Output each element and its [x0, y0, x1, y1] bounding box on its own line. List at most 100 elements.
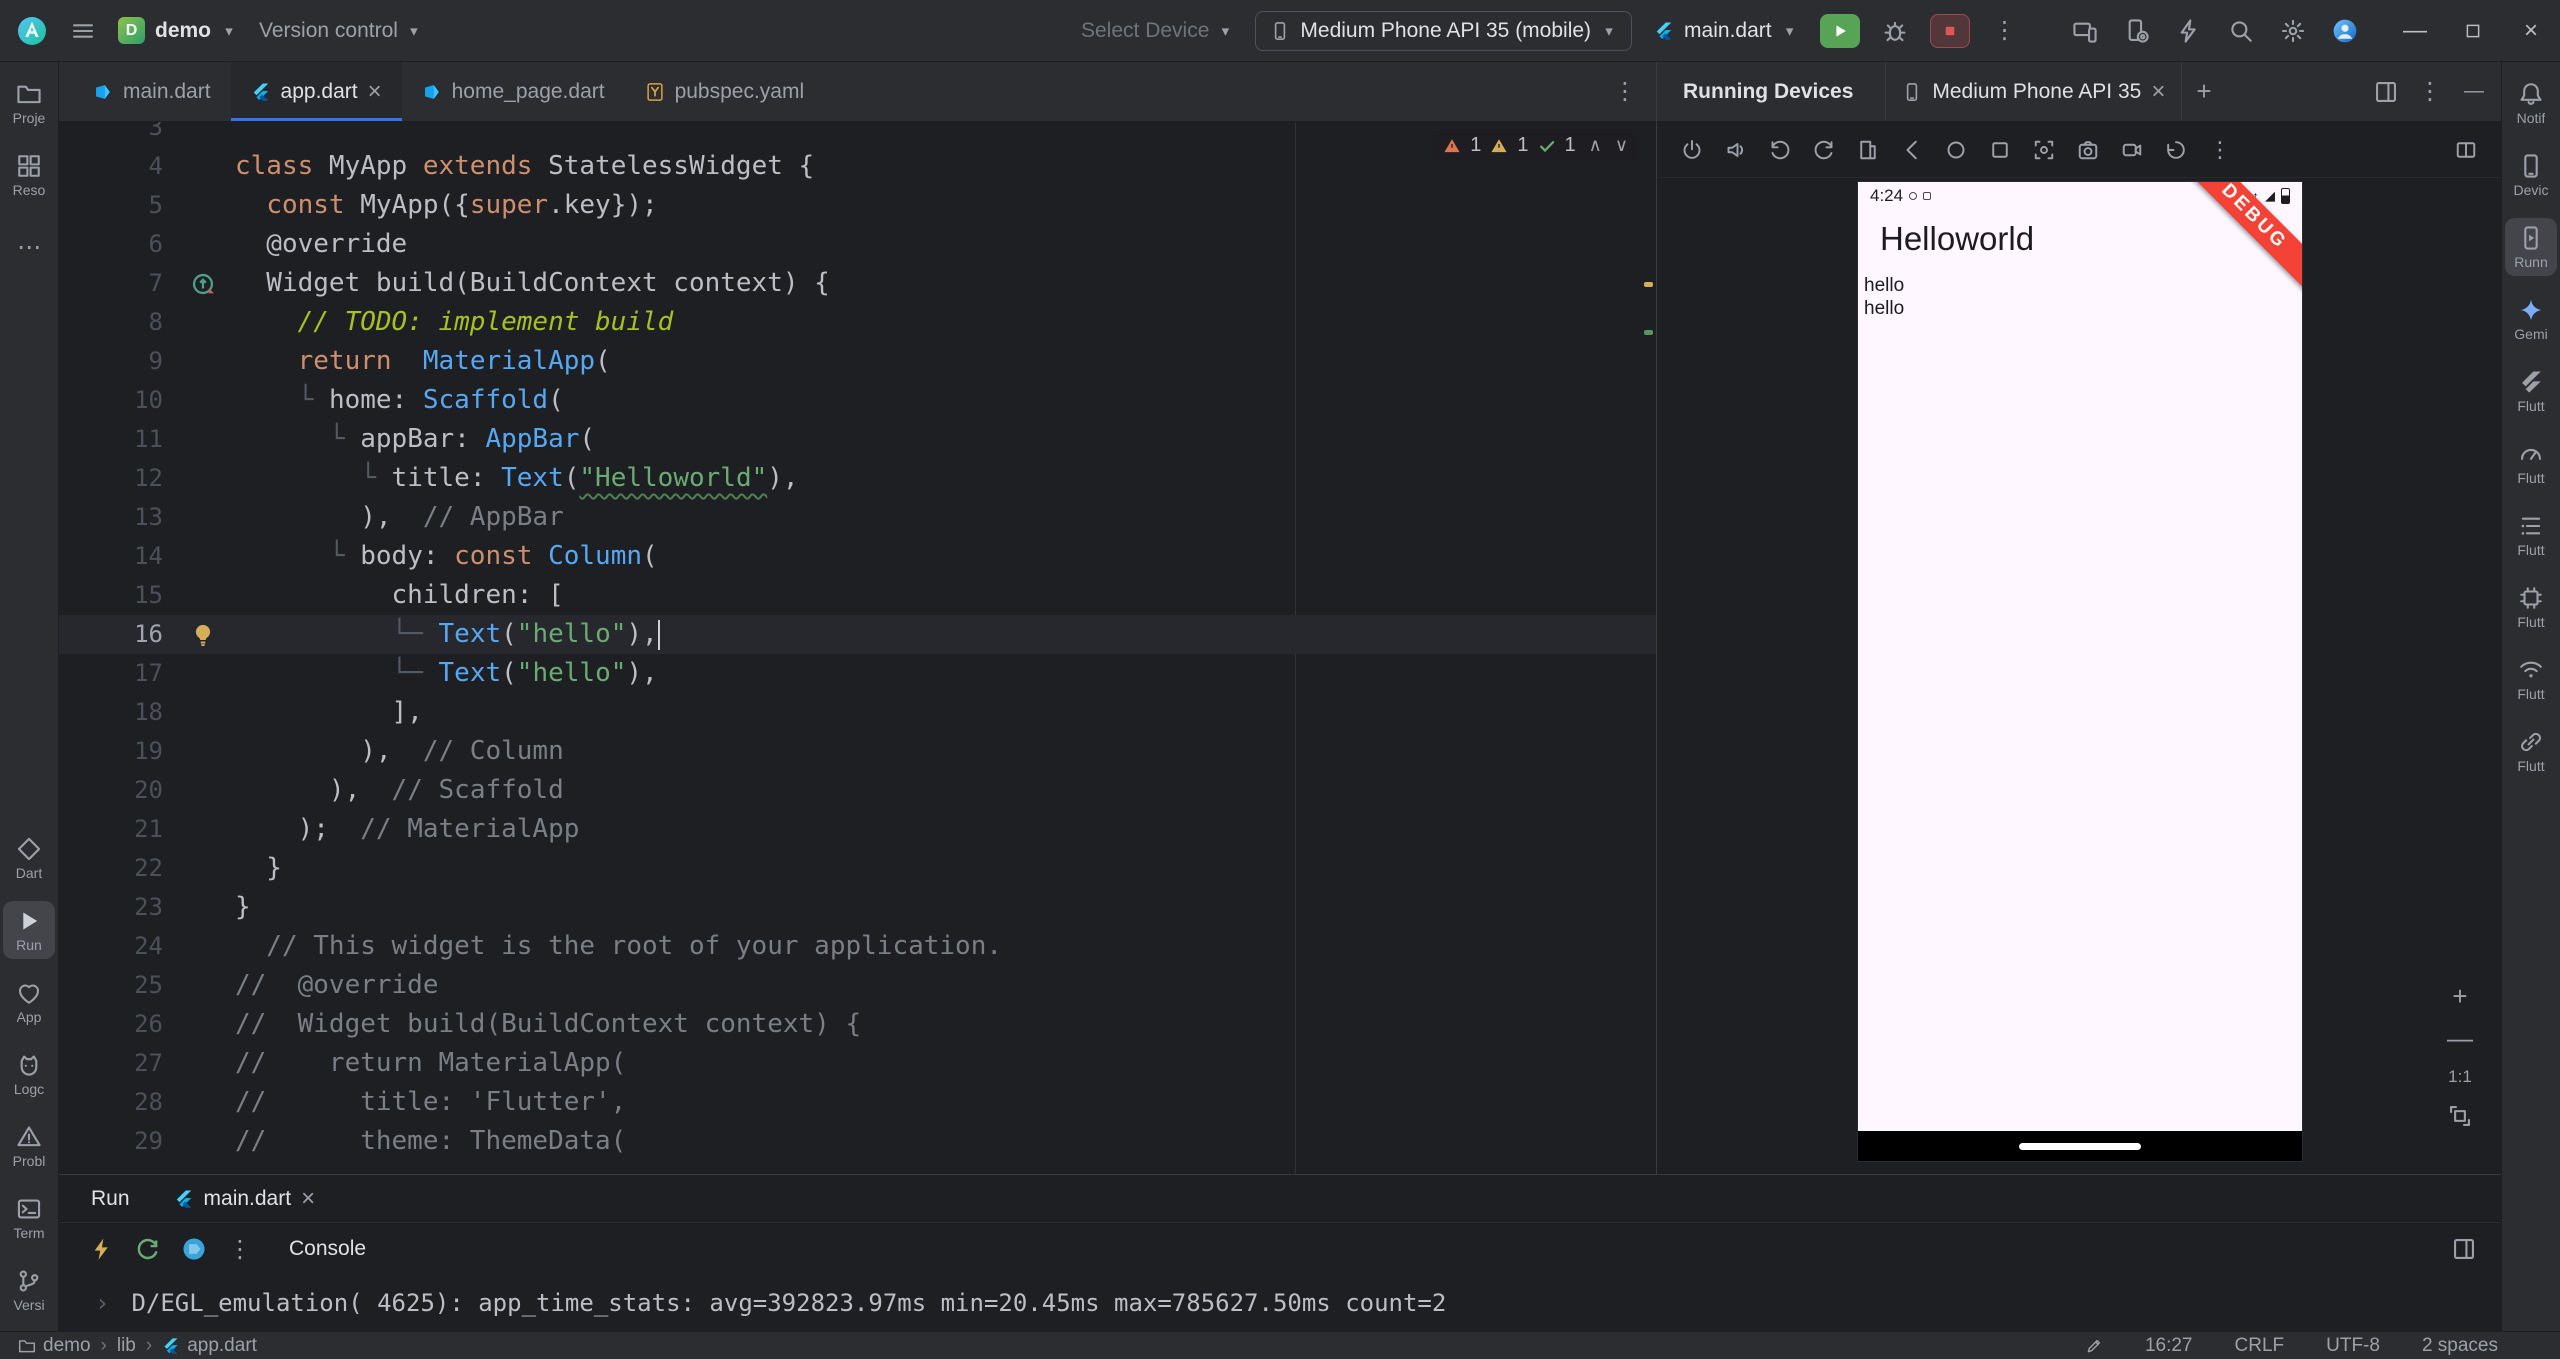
code-line-15[interactable]: 15 children: [ — [59, 576, 1656, 615]
code-line-7[interactable]: 7 Widget build(BuildContext context) { — [59, 264, 1656, 303]
hot-reload-icon[interactable] — [89, 1236, 115, 1262]
back-icon[interactable] — [1893, 131, 1931, 169]
toolwindow-resource-manager[interactable]: Reso — [3, 146, 55, 204]
zoom-out-button[interactable]: — — [2447, 1025, 2473, 1051]
close-button[interactable]: × — [2502, 0, 2560, 61]
run-button[interactable] — [1819, 13, 1860, 48]
user-avatar[interactable] — [2332, 18, 2358, 44]
device-settings-icon[interactable] — [2124, 18, 2150, 44]
code-line-11[interactable]: 11 └ appBar: AppBar( — [59, 420, 1656, 459]
close-tab-icon[interactable]: × — [2151, 79, 2165, 104]
toolwindow-dart-analysis[interactable]: Dart — [3, 829, 55, 887]
editor-tab-main-dart[interactable]: main.dart — [73, 62, 231, 121]
maximize-button[interactable] — [2444, 0, 2502, 61]
next-issue-icon[interactable]: ∨ — [1615, 135, 1628, 156]
code-editor[interactable]: 3 4 class MyApp extends StatelessWidget {5… — [59, 122, 1656, 1174]
minimize-button[interactable]: — — [2386, 0, 2444, 61]
code-line-17[interactable]: 17 └─ Text("hello"), — [59, 654, 1656, 693]
volume-icon[interactable] — [1717, 131, 1755, 169]
zoom-in-button[interactable]: + — [2452, 983, 2467, 1009]
toolwindow-flutter-inspector[interactable]: Flutt — [2505, 362, 2557, 420]
string-mark[interactable] — [1644, 330, 1653, 335]
display-mode-icon[interactable] — [2447, 131, 2485, 169]
console-tab[interactable]: Console — [289, 1237, 366, 1261]
toolwindow-terminal[interactable]: Term — [3, 1189, 55, 1247]
more-icon[interactable]: ⋮ — [2201, 131, 2239, 169]
code-line-6[interactable]: 6 @override — [59, 225, 1656, 264]
device-tab[interactable]: Medium Phone API 35 × — [1885, 62, 2183, 121]
settings-icon[interactable] — [2280, 18, 2306, 44]
toolwindow-flutter-network[interactable]: Flutt — [2505, 650, 2557, 708]
editor-tab-pubspec-yaml[interactable]: pubspec.yaml — [625, 62, 825, 121]
run-configuration[interactable]: main.dart ▾ — [1654, 19, 1798, 43]
toolwindow-running-devices[interactable]: Runn — [2505, 218, 2557, 276]
breadcrumb-lib[interactable]: lib — [117, 1335, 136, 1357]
more-actions-icon[interactable]: ⋮ — [1992, 17, 2018, 44]
zoom-level[interactable]: 1:1 — [2448, 1067, 2472, 1087]
code-line-13[interactable]: 13 ), // AppBar — [59, 498, 1656, 537]
home-icon[interactable] — [1937, 131, 1975, 169]
breadcrumb-app.dart[interactable]: app.dart — [162, 1335, 257, 1357]
breadcrumb-demo[interactable]: demo — [18, 1335, 91, 1357]
vcs-menu[interactable]: Version control ▾ — [259, 19, 422, 43]
split-view-icon[interactable] — [2373, 79, 2399, 105]
code-line-26[interactable]: 26// Widget build(BuildContext context) … — [59, 1005, 1656, 1044]
code-line-23[interactable]: 23} — [59, 888, 1656, 927]
select-device-dropdown[interactable]: Select Device ▾ — [1081, 19, 1233, 43]
device-selector[interactable]: Medium Phone API 35 (mobile) ▾ — [1255, 10, 1633, 51]
editor-tab-home_page-dart[interactable]: home_page.dart — [402, 62, 625, 121]
toolwindow-gemini[interactable]: Gemi — [2505, 290, 2557, 348]
tab-options-icon[interactable]: ⋮ — [1612, 78, 1638, 105]
scrollbar-stripe[interactable] — [1640, 122, 1656, 1174]
toolwindow-flutter-deep-links[interactable]: Flutt — [2505, 722, 2557, 780]
screenshot-icon[interactable] — [2025, 131, 2063, 169]
file-encoding[interactable]: UTF-8 — [2326, 1335, 2380, 1357]
run-tab-main-dart[interactable]: main.dart × — [174, 1175, 315, 1222]
close-tab-icon[interactable]: × — [368, 79, 382, 104]
hide-panel-icon[interactable]: — — [2461, 79, 2487, 105]
rotate-right-icon[interactable] — [1805, 131, 1843, 169]
overview-icon[interactable] — [1981, 131, 2019, 169]
record-icon[interactable] — [2113, 131, 2151, 169]
code-line-27[interactable]: 27// return MaterialApp( — [59, 1044, 1656, 1083]
close-tab-icon[interactable]: × — [301, 1186, 315, 1211]
warning-mark[interactable] — [1644, 282, 1653, 287]
code-line-25[interactable]: 25// @override — [59, 966, 1656, 1005]
navigation-bar[interactable] — [1858, 1131, 2302, 1161]
stop-button[interactable] — [1929, 13, 1970, 48]
toolwindow-problems[interactable]: Probl — [3, 1117, 55, 1175]
toolwindow-device-manager[interactable]: Devic — [2505, 146, 2557, 204]
toolwindow-flutter-performance[interactable]: Flutt — [2505, 434, 2557, 492]
toolwindow-app-quality-insights[interactable]: App — [3, 973, 55, 1031]
toolwindow-flutter-outline[interactable]: Flutt — [2505, 506, 2557, 564]
panel-options-icon[interactable]: ⋮ — [2417, 78, 2443, 105]
fit-screen-icon[interactable] — [2447, 1103, 2473, 1129]
toolwindow-project[interactable]: Proje — [3, 74, 55, 132]
code-line-12[interactable]: 12 └ title: Text("Helloworld"), — [59, 459, 1656, 498]
debug-button[interactable] — [1882, 18, 1908, 44]
code-line-24[interactable]: 24 // This widget is the root of your ap… — [59, 927, 1656, 966]
snapshot-icon[interactable] — [2157, 131, 2195, 169]
override-gutter-icon[interactable] — [190, 271, 216, 297]
emulator-screen[interactable]: 4:24 3G ↕ ◢ — [1857, 181, 2303, 1162]
power-icon[interactable] — [1673, 131, 1711, 169]
code-line-9[interactable]: 9 return MaterialApp( — [59, 342, 1656, 381]
layout-icon[interactable] — [2451, 1236, 2477, 1262]
hot-restart-icon[interactable] — [135, 1236, 161, 1262]
search-icon[interactable] — [2228, 18, 2254, 44]
add-device-tab-icon[interactable]: + — [2196, 76, 2211, 107]
main-menu-icon[interactable] — [70, 18, 96, 44]
toolwindow-version-control[interactable]: Versi — [3, 1261, 55, 1319]
code-line-3[interactable]: 3 — [59, 122, 1656, 147]
fold-icon[interactable] — [1849, 131, 1887, 169]
fold-icon[interactable]: › — [95, 1289, 109, 1317]
project-selector[interactable]: D demo ▾ — [118, 17, 237, 44]
console-output[interactable]: › D/EGL_emulation( 4625): app_time_stats… — [59, 1275, 2501, 1331]
code-line-8[interactable]: 8 // TODO: implement build — [59, 303, 1656, 342]
profiler-icon[interactable] — [2176, 18, 2202, 44]
rotate-left-icon[interactable] — [1761, 131, 1799, 169]
code-line-14[interactable]: 14 └ body: const Column( — [59, 537, 1656, 576]
toolwindow-logcat[interactable]: Logc — [3, 1045, 55, 1103]
prev-issue-icon[interactable]: ∧ — [1589, 135, 1602, 156]
toolwindow-run[interactable]: Run — [3, 901, 55, 959]
